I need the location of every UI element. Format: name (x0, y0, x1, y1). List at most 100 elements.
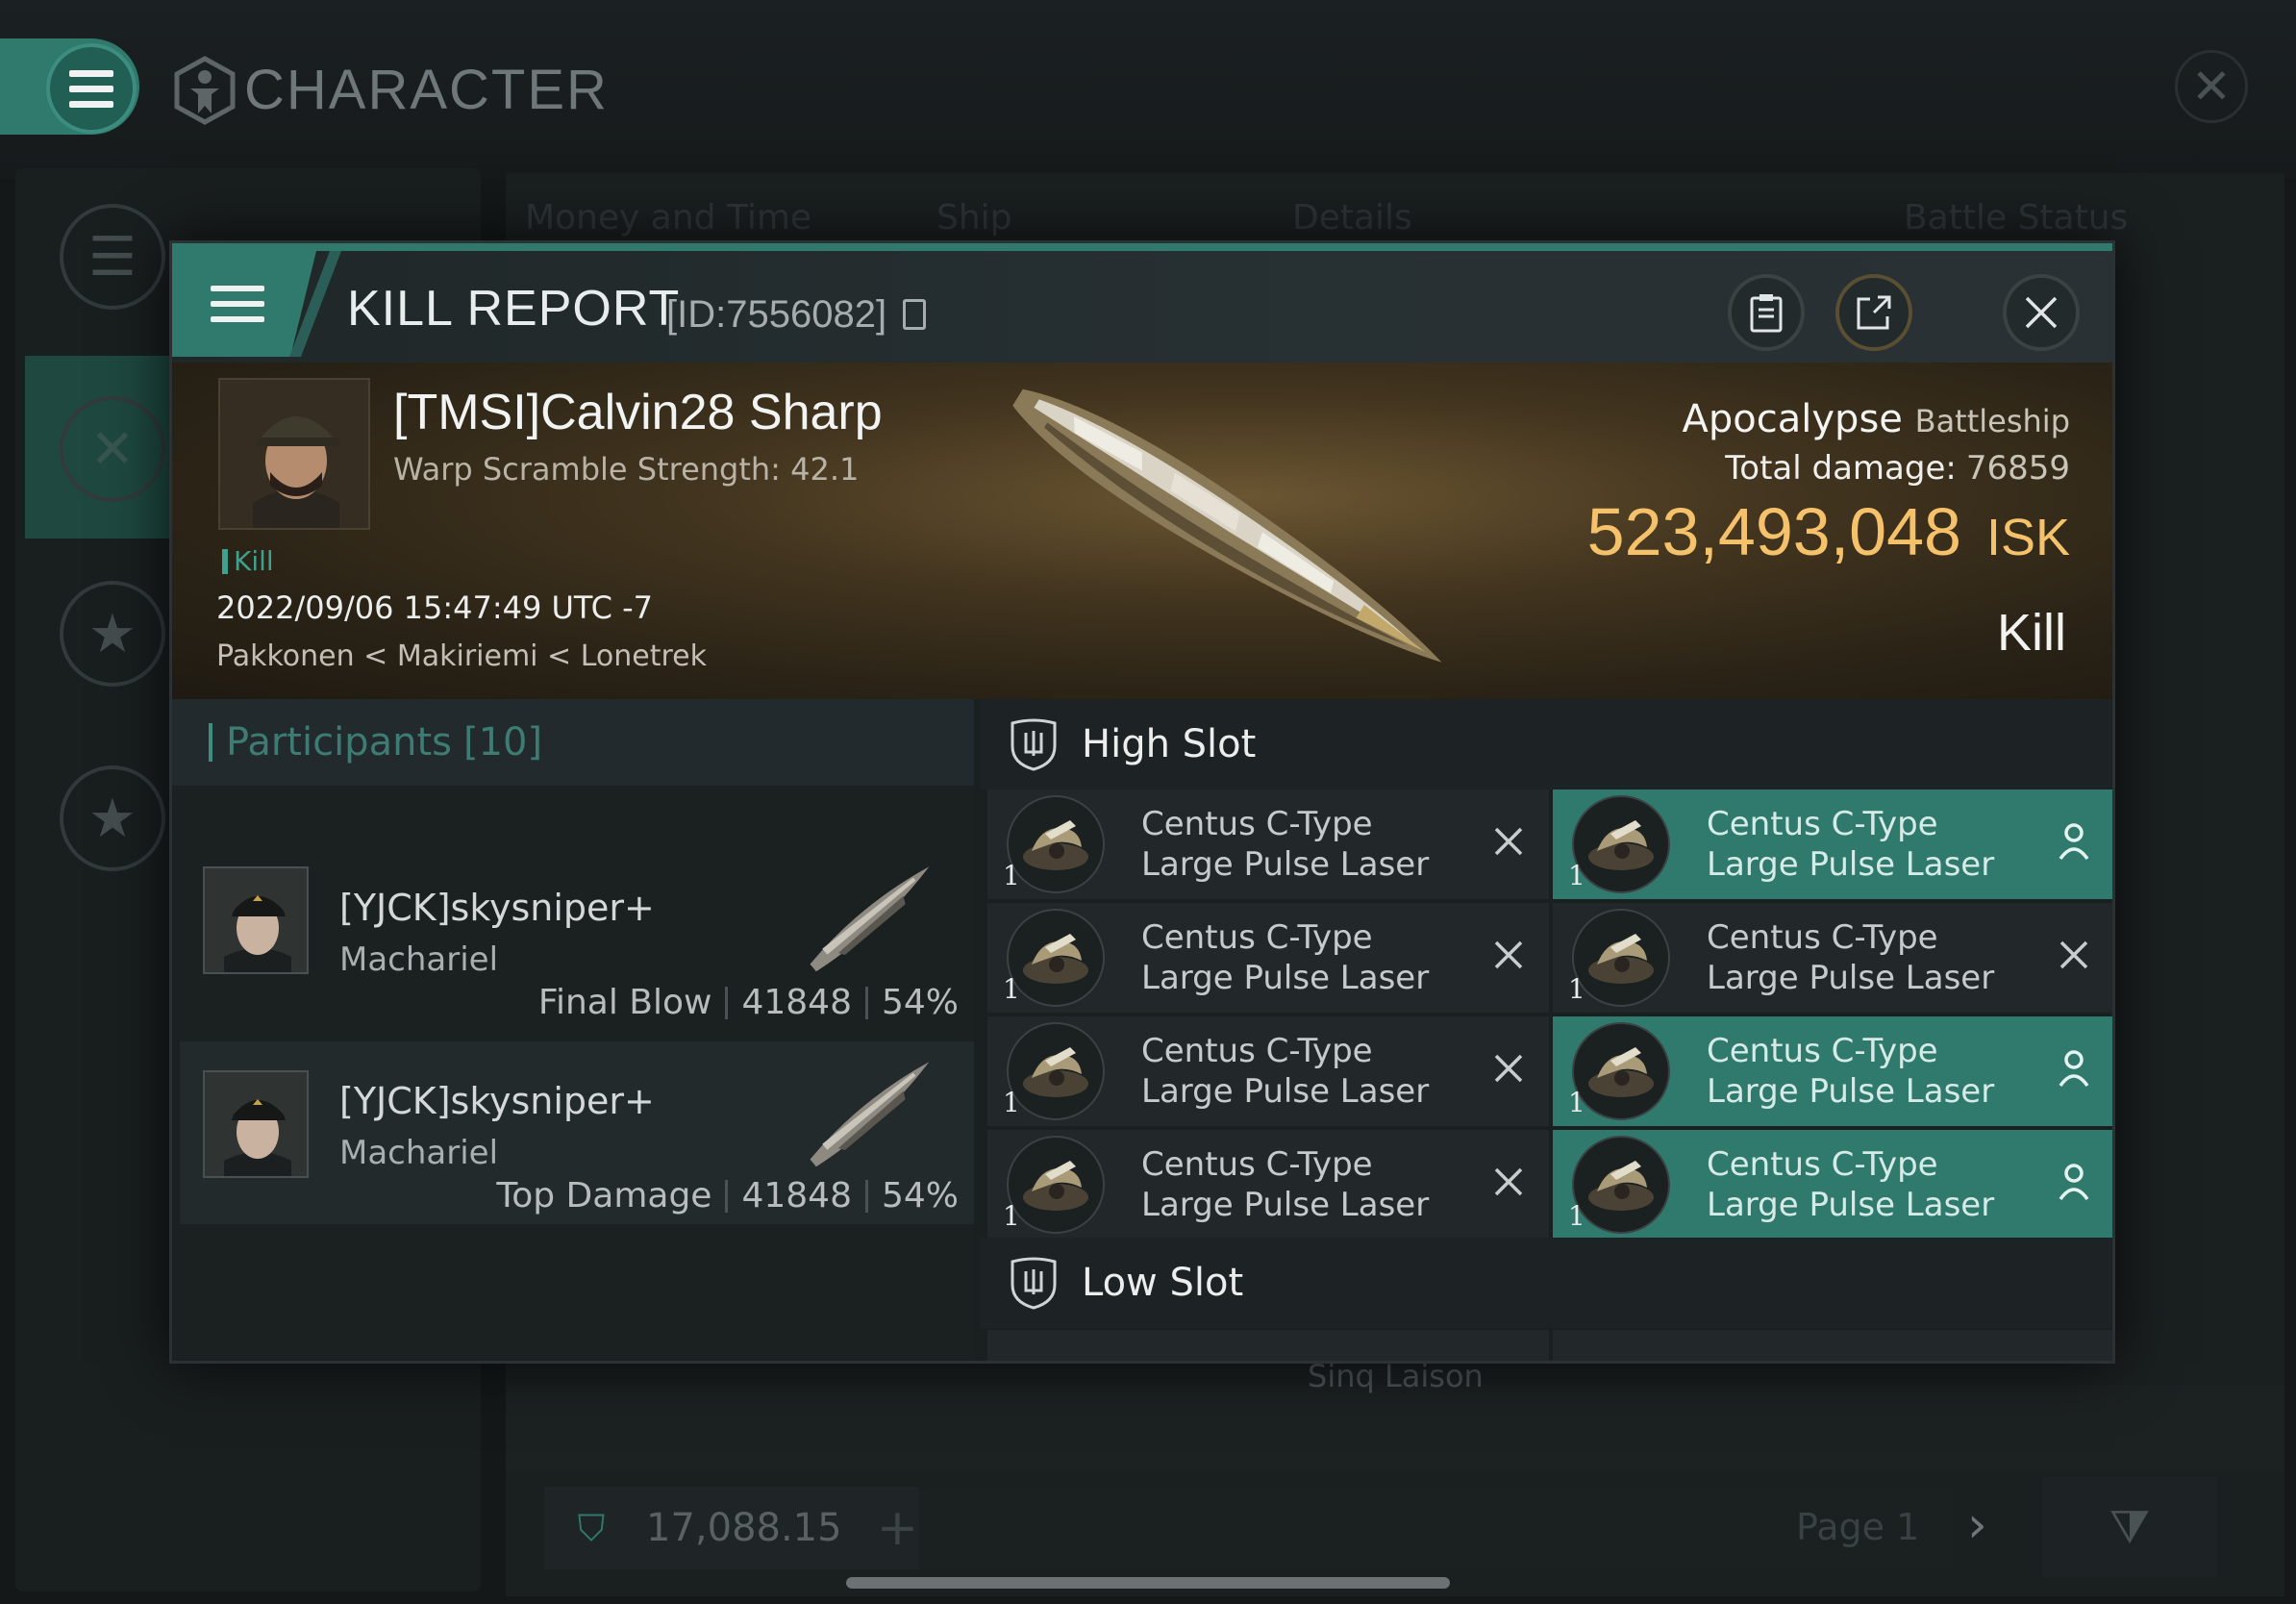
participant-name: [YJCK]skysniper+ (339, 887, 655, 929)
pulse-laser-icon: 1 (1003, 791, 1109, 897)
filter-button[interactable]: ⧩ (2042, 1477, 2217, 1577)
participants-label: Participants (226, 720, 452, 764)
ship-render (1012, 388, 1442, 663)
slot-item[interactable]: 1 Centus C-Type Large Pulse Laser (987, 789, 1549, 899)
add-button[interactable]: + (877, 1499, 919, 1557)
participant-percent: 54% (881, 983, 959, 1022)
table-row[interactable] (506, 1385, 2284, 1471)
slot-item-partial[interactable] (987, 1330, 1549, 1361)
participant-stats: Top Damage 41848 54% (496, 1176, 959, 1216)
ship-name[interactable]: Apocalypse Battleship (1683, 397, 2070, 441)
module-quantity: 1 (1568, 1200, 1585, 1232)
dropped-person-icon (2055, 822, 2093, 861)
module-quantity: 1 (1568, 860, 1585, 891)
participants-count: [10] (462, 720, 543, 764)
close-icon (2025, 296, 2058, 329)
close-icon[interactable]: ✕ (2175, 50, 2248, 123)
dialog-menu-button[interactable] (172, 251, 316, 357)
close-button[interactable] (2003, 274, 2080, 351)
copy-icon[interactable] (903, 299, 926, 330)
module-name: Centus C-Type Large Pulse Laser (1141, 1032, 1430, 1111)
participants-header[interactable]: Participants [10] (172, 699, 974, 786)
main-menu-button[interactable] (46, 43, 137, 134)
destroyed-x-icon (1489, 822, 1528, 861)
participant-ship-render (810, 866, 930, 972)
victim-portrait[interactable] (218, 378, 370, 530)
dialog-title: KILL REPORT (347, 281, 681, 337)
kill-report-dialog: KILL REPORT [ID:7556082] [TMSI]Calvin28 … (169, 240, 2115, 1364)
character-icon (174, 56, 236, 125)
crossed-swords-icon[interactable]: ✕ (60, 396, 165, 502)
destroyed-x-icon (2055, 936, 2093, 974)
column-header: Battle Status (1904, 198, 2129, 238)
module-quantity: 1 (1003, 860, 1020, 891)
low-slot-icon (1011, 1257, 1057, 1310)
list-icon[interactable]: ☰ (60, 204, 165, 310)
pulse-laser-icon: 1 (1568, 1132, 1674, 1238)
total-damage-value: 76859 (1965, 449, 2070, 488)
ship-class: Battleship (1914, 403, 2070, 439)
kill-tag: Kill (222, 545, 274, 577)
low-slot-label: Low Slot (1082, 1261, 1244, 1305)
participant-portrait (203, 866, 309, 974)
slot-item[interactable]: 1 Centus C-Type Large Pulse Laser (1553, 1130, 2112, 1240)
kill-datetime: 2022/09/06 15:47:49 UTC -7 (216, 589, 654, 626)
pulse-laser-icon: 1 (1568, 791, 1674, 897)
participant-ship-render (810, 1062, 930, 1167)
warp-scramble-strength: Warp Scramble Strength: 42.1 (393, 451, 860, 488)
slot-item[interactable]: 1 Centus C-Type Large Pulse Laser (1553, 789, 2112, 899)
hamburger-icon (69, 69, 113, 108)
module-name: Centus C-Type Large Pulse Laser (1141, 805, 1430, 884)
star-badge-icon[interactable]: ★ (60, 581, 165, 687)
module-quantity: 1 (1568, 973, 1585, 1005)
victim-name[interactable]: [TMSI]Calvin28 Sharp (393, 384, 883, 441)
participant-name: [YJCK]skysniper+ (339, 1080, 655, 1122)
clipboard-icon (1750, 294, 1783, 333)
participant-avatar (205, 1072, 307, 1176)
share-icon (1857, 295, 1891, 330)
slot-item[interactable]: 1 Centus C-Type Large Pulse Laser (987, 1016, 1549, 1126)
slot-item[interactable]: 1 Centus C-Type Large Pulse Laser (987, 903, 1549, 1013)
pulse-laser-icon: 1 (1568, 905, 1674, 1011)
module-name: Centus C-Type Large Pulse Laser (1707, 918, 1995, 997)
isk-value: 523,493,048 ISK (1587, 493, 2070, 570)
slot-item-partial[interactable] (1553, 1330, 2112, 1361)
page-title: CHARACTER (244, 59, 609, 121)
module-quantity: 1 (1003, 1087, 1020, 1118)
participant-portrait (203, 1070, 309, 1178)
total-damage-label: Total damage: (1725, 449, 1957, 488)
slot-item[interactable]: 1 Centus C-Type Large Pulse Laser (1553, 903, 2112, 1013)
participant-avatar (205, 868, 307, 972)
participant-row[interactable]: [YJCK]skysniper+ Machariel Final Blow 41… (180, 858, 974, 1040)
kill-location[interactable]: Pakkonen < Makiriemi < Lonetrek (216, 639, 707, 673)
fitting-panel: High Slot 1 Centus C-Type Large Pulse Las… (980, 699, 2112, 1361)
dropped-person-icon (2055, 1049, 2093, 1088)
module-quantity: 1 (1003, 1200, 1020, 1232)
module-name: Centus C-Type Large Pulse Laser (1141, 1145, 1430, 1224)
share-button[interactable] (1835, 274, 1912, 351)
participant-role: Final Blow (537, 983, 712, 1022)
slot-item[interactable]: 1 Centus C-Type Large Pulse Laser (1553, 1016, 2112, 1126)
pulse-laser-icon: 1 (1568, 1018, 1674, 1124)
victim-avatar (220, 380, 368, 528)
total-damage: Total damage: 76859 (1725, 449, 2070, 488)
ship-type: Apocalypse (1682, 397, 1903, 441)
slot-item[interactable]: 1 Centus C-Type Large Pulse Laser (987, 1130, 1549, 1240)
hamburger-icon (211, 286, 264, 322)
scrollbar[interactable] (846, 1577, 1450, 1589)
participant-row[interactable]: [YJCK]skysniper+ Machariel Top Damage 41… (180, 1041, 974, 1224)
high-slot-icon (1011, 718, 1057, 771)
star-medal-icon[interactable]: ★ (60, 765, 165, 871)
pulse-laser-icon: 1 (1003, 905, 1109, 1011)
result-label: Kill (1996, 604, 2066, 662)
module-name: Centus C-Type Large Pulse Laser (1707, 1032, 1995, 1111)
wallet-box: ⛉ 17,088.15 + (544, 1487, 919, 1569)
pulse-laser-icon: 1 (1003, 1018, 1109, 1124)
kill-tag-label: Kill (234, 545, 274, 577)
participant-percent: 54% (881, 1176, 959, 1216)
next-page-icon[interactable]: › (1967, 1496, 1987, 1554)
dropped-person-icon (2055, 1163, 2093, 1201)
column-header: Money and Time (525, 198, 812, 238)
participant-stats: Final Blow 41848 54% (538, 983, 959, 1022)
clipboard-button[interactable] (1728, 274, 1805, 351)
